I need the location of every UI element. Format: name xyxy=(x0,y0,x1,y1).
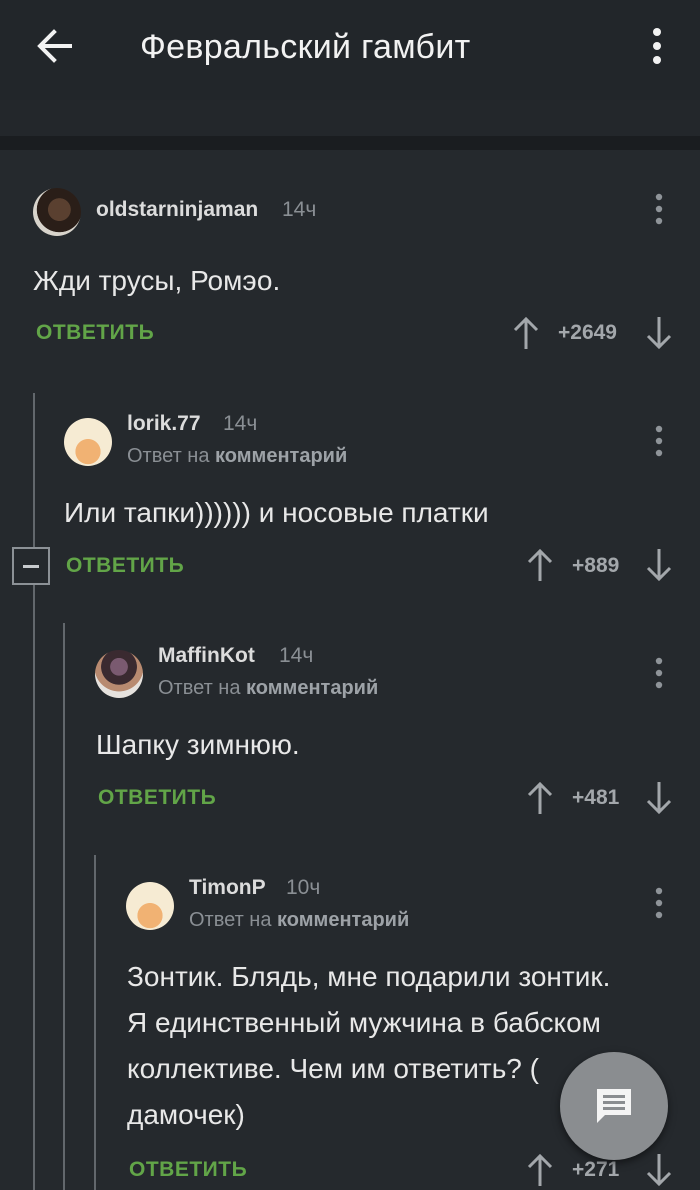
comment-menu-icon[interactable] xyxy=(652,887,666,921)
reply-to-prefix: Ответ на xyxy=(158,677,241,699)
thread-line-level-1 xyxy=(33,393,35,1190)
vote-score: +889 xyxy=(572,554,620,577)
back-arrow-icon[interactable] xyxy=(34,26,74,66)
username[interactable]: oldstarninjaman xyxy=(96,198,258,222)
avatar[interactable] xyxy=(64,418,112,466)
vote-score: +2649 xyxy=(558,321,617,344)
thread-line-level-3 xyxy=(94,855,96,1190)
reply-to-link[interactable]: комментарий xyxy=(246,677,378,699)
comment-menu-icon[interactable] xyxy=(652,193,666,227)
comment-time: 10ч xyxy=(286,876,321,899)
reply-to-link[interactable]: комментарий xyxy=(215,445,347,467)
comment-time: 14ч xyxy=(223,412,258,435)
collapse-button[interactable] xyxy=(12,547,50,585)
arrow-up-icon[interactable] xyxy=(513,316,539,350)
avatar[interactable] xyxy=(95,650,143,698)
arrow-down-icon[interactable] xyxy=(646,781,672,815)
reply-to-link[interactable]: комментарий xyxy=(277,909,409,931)
comment-time: 14ч xyxy=(282,198,317,221)
arrow-down-icon[interactable] xyxy=(646,1153,672,1187)
thread-line-level-2 xyxy=(63,623,65,1190)
arrow-down-icon[interactable] xyxy=(646,548,672,582)
reply-button[interactable]: ОТВЕТИТЬ xyxy=(66,554,184,578)
reply-button[interactable]: ОТВЕТИТЬ xyxy=(98,786,216,810)
reply-button[interactable]: ОТВЕТИТЬ xyxy=(129,1158,247,1182)
arrow-up-icon[interactable] xyxy=(527,548,553,582)
reply-to-label: Ответ на комментарий xyxy=(189,909,409,932)
comment-menu-icon[interactable] xyxy=(652,425,666,459)
comment-menu-icon[interactable] xyxy=(652,657,666,691)
arrow-up-icon[interactable] xyxy=(527,781,553,815)
arrow-down-icon[interactable] xyxy=(646,316,672,350)
app-bar: Февральский гамбит xyxy=(0,0,700,100)
comment-time: 14ч xyxy=(279,644,314,667)
reply-to-label: Ответ на комментарий xyxy=(158,677,378,700)
vote-score: +481 xyxy=(572,786,620,809)
username[interactable]: TimonP xyxy=(189,876,266,900)
more-vertical-icon[interactable] xyxy=(646,26,668,66)
post-bottom-strip xyxy=(0,100,700,136)
avatar[interactable] xyxy=(126,882,174,930)
reply-to-prefix: Ответ на xyxy=(189,909,272,931)
comment-text: Шапку зимнюю. xyxy=(96,729,300,760)
username[interactable]: MaffinKot xyxy=(158,644,255,668)
comment-text: Жди трусы, Ромэо. xyxy=(33,265,281,296)
arrow-up-icon[interactable] xyxy=(527,1153,553,1187)
reply-to-label: Ответ на комментарий xyxy=(127,445,347,468)
vote-score: +271 xyxy=(572,1158,620,1181)
username[interactable]: lorik.77 xyxy=(127,412,201,436)
comment-icon xyxy=(597,1089,631,1123)
reply-button[interactable]: ОТВЕТИТЬ xyxy=(36,321,154,345)
section-divider xyxy=(0,136,700,150)
avatar[interactable] xyxy=(33,188,81,236)
comment-text-line: Зонтик. Блядь, мне подарили зонтик. xyxy=(127,961,611,992)
comment-text: Или тапки)))))) и носовые платки xyxy=(64,497,489,528)
comment-text-line: Я единственный мужчина в бабском xyxy=(127,1007,601,1038)
reply-to-prefix: Ответ на xyxy=(127,445,210,467)
page-title: Февральский гамбит xyxy=(140,28,471,66)
new-comment-fab[interactable] xyxy=(560,1052,668,1160)
